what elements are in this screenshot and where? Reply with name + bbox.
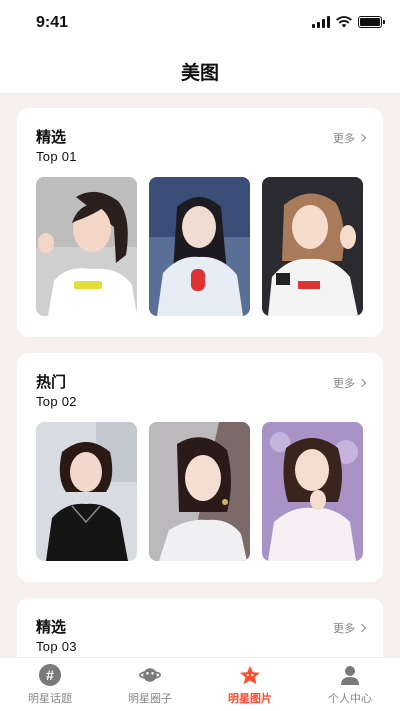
- tab-label: 个人中心: [328, 693, 372, 705]
- star-icon: [239, 664, 261, 686]
- tab-label: 明星图片: [228, 693, 272, 705]
- planet-icon: [139, 664, 161, 686]
- photo-thumbnail[interactable]: [262, 177, 363, 316]
- status-icons: [312, 16, 385, 28]
- tab-label: 明星话题: [28, 693, 72, 705]
- section-subtitle: Top 02: [36, 394, 77, 409]
- photo-thumbnail[interactable]: [149, 422, 250, 561]
- chevron-right-icon: [357, 623, 367, 633]
- chevron-right-icon: [357, 378, 367, 388]
- section-subtitle: Top 01: [36, 149, 77, 164]
- section-title: 精选: [36, 129, 67, 146]
- photo-thumbnail[interactable]: [262, 422, 363, 561]
- status-time: 9:41: [36, 14, 69, 31]
- more-label: 更多: [333, 378, 355, 390]
- photo-thumbnail[interactable]: [36, 422, 137, 561]
- chevron-right-icon: [357, 133, 367, 143]
- photo-thumbnail[interactable]: [149, 177, 250, 316]
- tab-profile[interactable]: 个人中心: [300, 658, 400, 711]
- section-card-1: 精选 Top 01 更多: [17, 108, 383, 337]
- wifi-icon: [336, 16, 352, 28]
- nav-bar: 美图: [0, 48, 400, 94]
- tab-bar: # 明星话题 明星圈子 明星图片 个人中心: [0, 657, 400, 711]
- photo-thumbnail[interactable]: [36, 177, 137, 316]
- more-link[interactable]: 更多: [333, 375, 367, 391]
- tab-star-photos[interactable]: 明星图片: [200, 658, 300, 711]
- section-subtitle: Top 03: [36, 639, 77, 654]
- user-icon: [339, 664, 361, 686]
- status-bar: 9:41: [0, 0, 400, 48]
- tab-topics[interactable]: # 明星话题: [0, 658, 100, 711]
- photo-row: [36, 422, 363, 561]
- battery-icon: [358, 16, 385, 28]
- more-label: 更多: [333, 623, 355, 635]
- section-title: 热门: [36, 374, 67, 391]
- hashtag-icon: #: [39, 664, 61, 686]
- photo-row: [36, 177, 363, 316]
- tab-label: 明星圈子: [128, 693, 172, 705]
- signal-icon: [312, 16, 330, 28]
- section-card-2: 热门 Top 02 更多: [17, 353, 383, 582]
- more-link[interactable]: 更多: [333, 620, 367, 636]
- page-title: 美图: [180, 63, 219, 84]
- more-label: 更多: [333, 133, 355, 145]
- section-title: 精选: [36, 619, 67, 636]
- more-link[interactable]: 更多: [333, 130, 367, 146]
- tab-circles[interactable]: 明星圈子: [100, 658, 200, 711]
